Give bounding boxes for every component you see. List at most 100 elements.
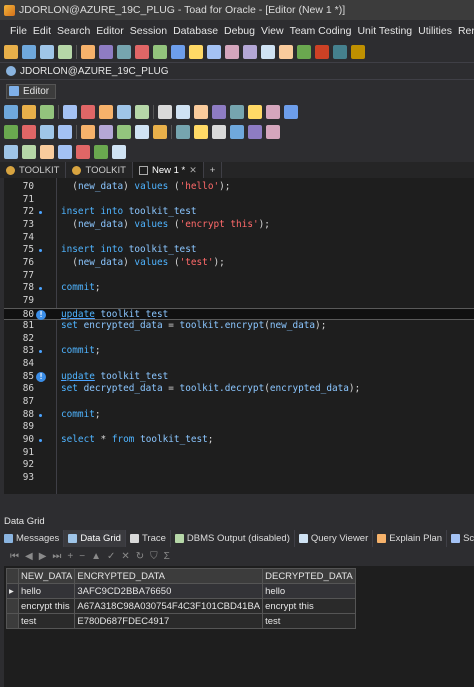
help-icon[interactable] (333, 45, 347, 59)
named-sql-icon[interactable] (22, 145, 36, 159)
indent-icon[interactable] (212, 125, 226, 139)
table-row[interactable]: test E780D687FDEC4917 test (6, 613, 356, 629)
step-over-icon[interactable] (58, 125, 72, 139)
code-line[interactable]: 93 (4, 472, 474, 485)
cell-encrypted-data[interactable]: E780D687FDEC4917 (74, 613, 264, 629)
code-text[interactable]: update toolkit_test (61, 371, 168, 384)
uncomment-icon[interactable] (284, 105, 298, 119)
editor-window-tab[interactable]: Editor (6, 83, 57, 99)
code-line[interactable]: 86 set decrypted_data = toolkit.decrypt(e… (4, 383, 474, 396)
cell-decrypted-data[interactable]: test (262, 613, 356, 629)
sql-recall-icon[interactable] (4, 145, 18, 159)
row-indicator[interactable] (6, 613, 19, 629)
menu-editor[interactable]: Editor (93, 25, 126, 37)
session-icon[interactable] (176, 125, 190, 139)
cut-icon[interactable] (158, 105, 172, 119)
tab-query-viewer[interactable]: Query Viewer (295, 530, 374, 547)
column-header-decrypted-data[interactable]: DECRYPTED_DATA (262, 568, 356, 584)
describe-icon[interactable] (135, 125, 149, 139)
step-into-icon[interactable] (40, 125, 54, 139)
code-line[interactable]: 78 commit; (4, 282, 474, 295)
edit-record-icon[interactable]: ▲ (91, 551, 101, 562)
code-text[interactable]: insert into toolkit_test (61, 206, 196, 219)
debug-run-icon[interactable] (4, 125, 18, 139)
comment-icon[interactable] (266, 105, 280, 119)
data-compare-icon[interactable] (153, 45, 167, 59)
row-indicator[interactable] (6, 598, 19, 614)
first-record-icon[interactable]: ⏮ (10, 551, 19, 562)
code-hint-icon[interactable]: ! (36, 309, 46, 320)
tab-trace[interactable]: Trace (126, 530, 171, 547)
import-icon[interactable] (225, 45, 239, 59)
debugger-icon[interactable] (135, 45, 149, 59)
code-line[interactable]: 84 (4, 358, 474, 371)
cell-encrypted-data[interactable]: 3AFC9CD2BBA76650 (74, 583, 264, 599)
code-text[interactable]: insert into toolkit_test (61, 244, 196, 257)
code-line[interactable]: 74 (4, 232, 474, 245)
export-icon[interactable] (207, 45, 221, 59)
code-line[interactable]: 87 (4, 396, 474, 409)
cell-encrypted-data[interactable]: A67A318C98A030754F4C3F101CBD41BA (74, 598, 264, 614)
rollback-icon[interactable] (315, 45, 329, 59)
menu-utilities[interactable]: Utilities (415, 25, 455, 37)
filter-icon[interactable]: ⛉ (150, 551, 158, 562)
open-file-icon[interactable] (135, 105, 149, 119)
menu-debug[interactable]: Debug (221, 25, 258, 37)
cell-new-data[interactable]: hello (17, 583, 76, 599)
cell-new-data[interactable]: test (17, 613, 76, 629)
macro-icon[interactable] (266, 125, 280, 139)
outdent-icon[interactable] (230, 125, 244, 139)
menu-file[interactable]: File (7, 25, 30, 37)
breakpoint-icon[interactable] (81, 125, 95, 139)
code-line[interactable]: 70 (new_data) values ('hello'); (4, 181, 474, 194)
code-insight-icon[interactable] (153, 125, 167, 139)
debug-stop-icon[interactable] (22, 125, 36, 139)
bookmark-icon[interactable] (194, 125, 208, 139)
execute-script-icon[interactable] (22, 105, 36, 119)
connection-tab[interactable]: JDORLON@AZURE_19C_PLUG (6, 66, 169, 77)
code-text[interactable]: set encrypted_data = toolkit.encrypt(new… (61, 320, 326, 333)
code-line[interactable]: 77 (4, 270, 474, 283)
window-list-icon[interactable] (279, 45, 293, 59)
tab-new-1[interactable]: New 1 * ✕ (132, 162, 204, 178)
code-text[interactable]: (new_data) values ('encrypt this'); (61, 219, 270, 232)
code-line[interactable]: 92 (4, 459, 474, 472)
run-in-thread-icon[interactable] (40, 105, 54, 119)
code-line[interactable]: 81 set encrypted_data = toolkit.encrypt(n… (4, 320, 474, 333)
menu-view[interactable]: View (258, 25, 287, 37)
save-file-icon[interactable] (117, 105, 131, 119)
project-manager-icon[interactable] (81, 45, 95, 59)
code-text[interactable]: commit; (61, 409, 101, 422)
refresh-icon[interactable]: ↻ (136, 551, 144, 562)
tab-toolkit-1[interactable]: TOOLKIT (0, 162, 67, 178)
new-tab-button[interactable]: + (204, 162, 223, 178)
column-header-encrypted-data[interactable]: ENCRYPTED_DATA (74, 568, 264, 584)
paste-icon[interactable] (194, 105, 208, 119)
case-icon[interactable] (248, 125, 262, 139)
close-tab-icon[interactable]: ✕ (189, 165, 197, 176)
code-line[interactable]: 75 insert into toolkit_test (4, 244, 474, 257)
code-line[interactable]: 79 (4, 295, 474, 308)
options-icon[interactable] (261, 45, 275, 59)
editor-icon[interactable] (22, 45, 36, 59)
cancel-edit-icon[interactable]: ✕ (121, 551, 129, 562)
code-line[interactable]: 72 insert into toolkit_test (4, 206, 474, 219)
code-text[interactable]: commit; (61, 345, 101, 358)
code-text[interactable]: commit; (61, 282, 101, 295)
commit-icon[interactable] (297, 45, 311, 59)
menu-database[interactable]: Database (170, 25, 221, 37)
reports-icon[interactable] (243, 45, 257, 59)
post-record-icon[interactable]: ✓ (107, 551, 115, 562)
session-browser-icon[interactable] (58, 45, 72, 59)
cell-decrypted-data[interactable]: hello (262, 583, 356, 599)
sum-icon[interactable]: Σ (164, 551, 170, 562)
automation-icon[interactable] (189, 45, 203, 59)
copy-icon[interactable] (176, 105, 190, 119)
templates-icon[interactable] (40, 145, 54, 159)
code-line[interactable]: 83 commit; (4, 345, 474, 358)
tab-toolkit-2[interactable]: TOOLKIT (66, 162, 133, 178)
prior-record-icon[interactable]: ◀ (25, 551, 33, 562)
delete-record-icon[interactable]: − (79, 551, 85, 562)
tab-messages[interactable]: Messages (0, 530, 65, 547)
code-line[interactable]: 73 (new_data) values ('encrypt this'); (4, 219, 474, 232)
